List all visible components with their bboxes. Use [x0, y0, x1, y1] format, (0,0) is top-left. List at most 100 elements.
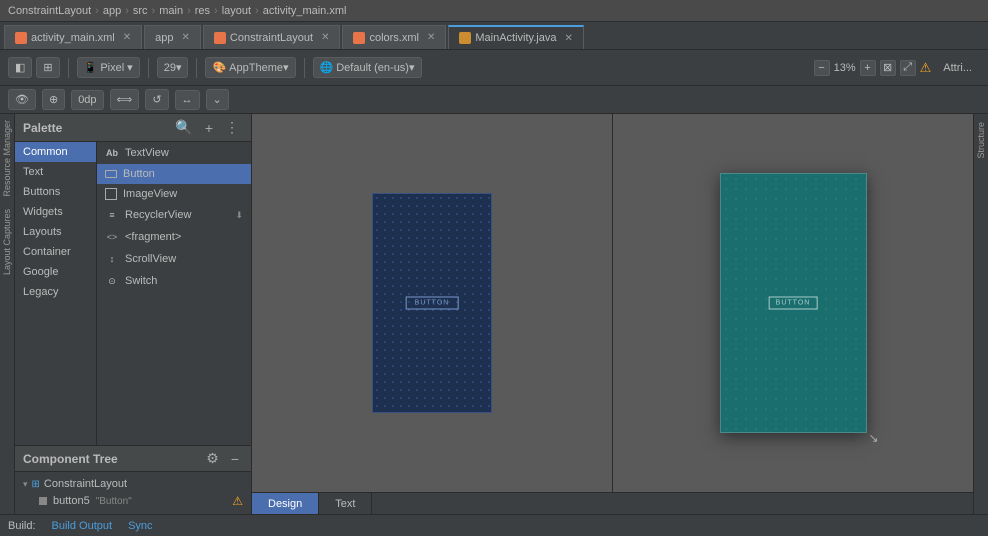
palette-item-fragment-label: <fragment> — [125, 231, 181, 243]
side-tab-resource-manager[interactable]: Resource Manager — [0, 114, 14, 203]
palette-item-textview[interactable]: Ab TextView — [97, 142, 251, 164]
palette-item-switch[interactable]: ⊙ Switch — [97, 270, 251, 292]
palette-category-google[interactable]: Google — [15, 262, 96, 282]
palette-item-scrollview[interactable]: ↕ ScrollView — [97, 248, 251, 270]
tab-colors-close[interactable]: ✕ — [427, 32, 435, 43]
palette-categories: Common Text Buttons Widgets Layouts Cont… — [15, 142, 97, 445]
tab-mainactivity-close[interactable]: ✕ — [564, 33, 572, 44]
align-button[interactable]: ⟺ — [110, 89, 140, 110]
margin-input[interactable]: 0dp — [71, 90, 103, 110]
tab-mainactivity[interactable]: MainActivity.java ✕ — [448, 25, 584, 49]
breadcrumb-res[interactable]: res — [195, 5, 210, 17]
orient-button[interactable]: ⊞ — [36, 57, 59, 78]
zoom-level: 13% — [834, 62, 856, 74]
resize-handle-icon[interactable]: ↘ — [868, 431, 878, 445]
canvas-container: BUTTON BUTTON ↘ Desi — [252, 114, 973, 514]
fragment-icon: <> — [105, 230, 119, 244]
theme-dropdown[interactable]: 🎨 AppTheme▾ — [205, 57, 295, 78]
palette-category-legacy[interactable]: Legacy — [15, 282, 96, 302]
palette-category-widgets[interactable]: Widgets — [15, 202, 96, 222]
tab-bar: activity_main.xml ✕ app ✕ ConstraintLayo… — [0, 22, 988, 50]
palette-header: Palette 🔍 + ⋮ — [15, 114, 251, 142]
api-dropdown[interactable]: 29▾ — [157, 57, 189, 78]
toolbar-sep-2 — [148, 58, 149, 78]
tool2-button[interactable]: ↔ — [175, 90, 200, 110]
tool2-icon: ↔ — [182, 94, 193, 106]
palette-item-recyclerview-label: RecyclerView — [125, 209, 191, 221]
palette-item-recyclerview[interactable]: ≡ RecyclerView ⬇ — [97, 204, 251, 226]
eye-button[interactable]: 👁 — [8, 89, 36, 110]
phone-icon: 📱 — [84, 61, 98, 74]
palette-search-button[interactable]: 🔍 — [171, 117, 196, 138]
title-bar: ConstraintLayout › app › src › main › re… — [0, 0, 988, 22]
tool3-button[interactable]: ⌄ — [206, 89, 229, 110]
breadcrumb-app[interactable]: app — [103, 5, 121, 17]
breadcrumb-src[interactable]: src — [133, 5, 148, 17]
device-button[interactable]: BUTTON — [769, 297, 818, 310]
palette-item-button[interactable]: Button — [97, 164, 251, 184]
zoom-out-button[interactable]: − — [814, 60, 830, 76]
palette-category-layouts[interactable]: Layouts — [15, 222, 96, 242]
tab-app-label: app — [155, 32, 173, 44]
component-tree-minus-button[interactable]: − — [227, 449, 243, 469]
tab-cl-xml-icon — [214, 32, 226, 44]
magnet-icon: ⊕ — [49, 93, 58, 106]
component-tree-body: ▾ ⊞ ConstraintLayout button5 "Button" ⚠ — [15, 472, 251, 514]
palette-category-container[interactable]: Container — [15, 242, 96, 262]
palette-item-scrollview-label: ScrollView — [125, 253, 176, 265]
magnet-button[interactable]: ⊕ — [42, 89, 65, 110]
breadcrumb-layout[interactable]: layout — [222, 5, 251, 17]
tree-item-button5[interactable]: button5 "Button" ⚠ — [23, 492, 243, 510]
device-dropdown[interactable]: 📱 Pixel ▾ — [77, 57, 140, 78]
blueprint-view[interactable]: BUTTON — [252, 114, 612, 492]
device-frame: BUTTON — [720, 173, 867, 433]
palette-category-text[interactable]: Text — [15, 162, 96, 182]
tool1-button[interactable]: ↺ — [145, 89, 168, 110]
button-icon — [105, 170, 117, 178]
zoom-in-button[interactable]: + — [860, 60, 876, 76]
margin-value: 0dp — [78, 94, 96, 106]
scrollview-icon: ↕ — [105, 252, 119, 266]
zoom-fit-button[interactable]: ⊠ — [880, 60, 896, 76]
palette-item-fragment[interactable]: <> <fragment> — [97, 226, 251, 248]
tab-design[interactable]: Design — [252, 493, 319, 515]
build-output-link[interactable]: Build Output — [52, 520, 113, 532]
tab-colors[interactable]: colors.xml ✕ — [342, 25, 446, 49]
side-tab-layout-captures[interactable]: Layout Captures — [0, 203, 14, 281]
tab-constraintlayout-label: ConstraintLayout — [230, 32, 313, 44]
palette-item-button-label: Button — [123, 168, 155, 180]
zoom-reset-button[interactable]: ⤢ — [900, 60, 916, 76]
sync-link[interactable]: Sync — [128, 520, 152, 532]
tree-item-constraintlayout[interactable]: ▾ ⊞ ConstraintLayout — [23, 476, 243, 492]
tab-constraintlayout[interactable]: ConstraintLayout ✕ — [203, 25, 341, 49]
tab-activity-main[interactable]: activity_main.xml ✕ — [4, 25, 142, 49]
palette-item-textview-label: TextView — [125, 147, 169, 159]
tab-app-close[interactable]: ✕ — [182, 32, 190, 43]
orient-icon: ⊞ — [43, 61, 52, 74]
recyclerview-icon: ≡ — [105, 208, 119, 222]
tree-item-button5-sublabel: "Button" — [96, 496, 132, 507]
tab-activity-main-close[interactable]: ✕ — [123, 32, 131, 43]
structure-side-tab[interactable]: Structure — [974, 114, 988, 167]
tab-app[interactable]: app ✕ — [144, 25, 201, 49]
imageview-icon — [105, 188, 117, 200]
palette-category-buttons[interactable]: Buttons — [15, 182, 96, 202]
breadcrumb-constraintlayout[interactable]: ConstraintLayout — [8, 5, 91, 17]
tab-text[interactable]: Text — [319, 493, 372, 515]
palette-menu-button[interactable]: ⋮ — [221, 117, 243, 138]
blueprint-button[interactable]: BUTTON — [406, 297, 459, 310]
design-mode-button[interactable]: ◧ — [8, 57, 32, 78]
component-tree-gear-button[interactable]: ⚙ — [202, 448, 223, 469]
palette-category-common[interactable]: Common — [15, 142, 96, 162]
breadcrumb-file[interactable]: activity_main.xml — [263, 5, 347, 17]
locale-dropdown[interactable]: 🌐 Default (en-us)▾ — [313, 57, 422, 78]
canvas-wrapper: BUTTON BUTTON ↘ — [252, 114, 973, 492]
download-icon: ⬇ — [235, 210, 243, 221]
main-device-view[interactable]: BUTTON ↘ — [612, 114, 973, 492]
device-label: Pixel — [100, 62, 124, 74]
palette-item-imageview[interactable]: ImageView — [97, 184, 251, 204]
tab-constraintlayout-close[interactable]: ✕ — [321, 32, 329, 43]
palette-item-imageview-label: ImageView — [123, 188, 177, 200]
breadcrumb-main[interactable]: main — [159, 5, 183, 17]
palette-add-button[interactable]: + — [201, 118, 217, 138]
